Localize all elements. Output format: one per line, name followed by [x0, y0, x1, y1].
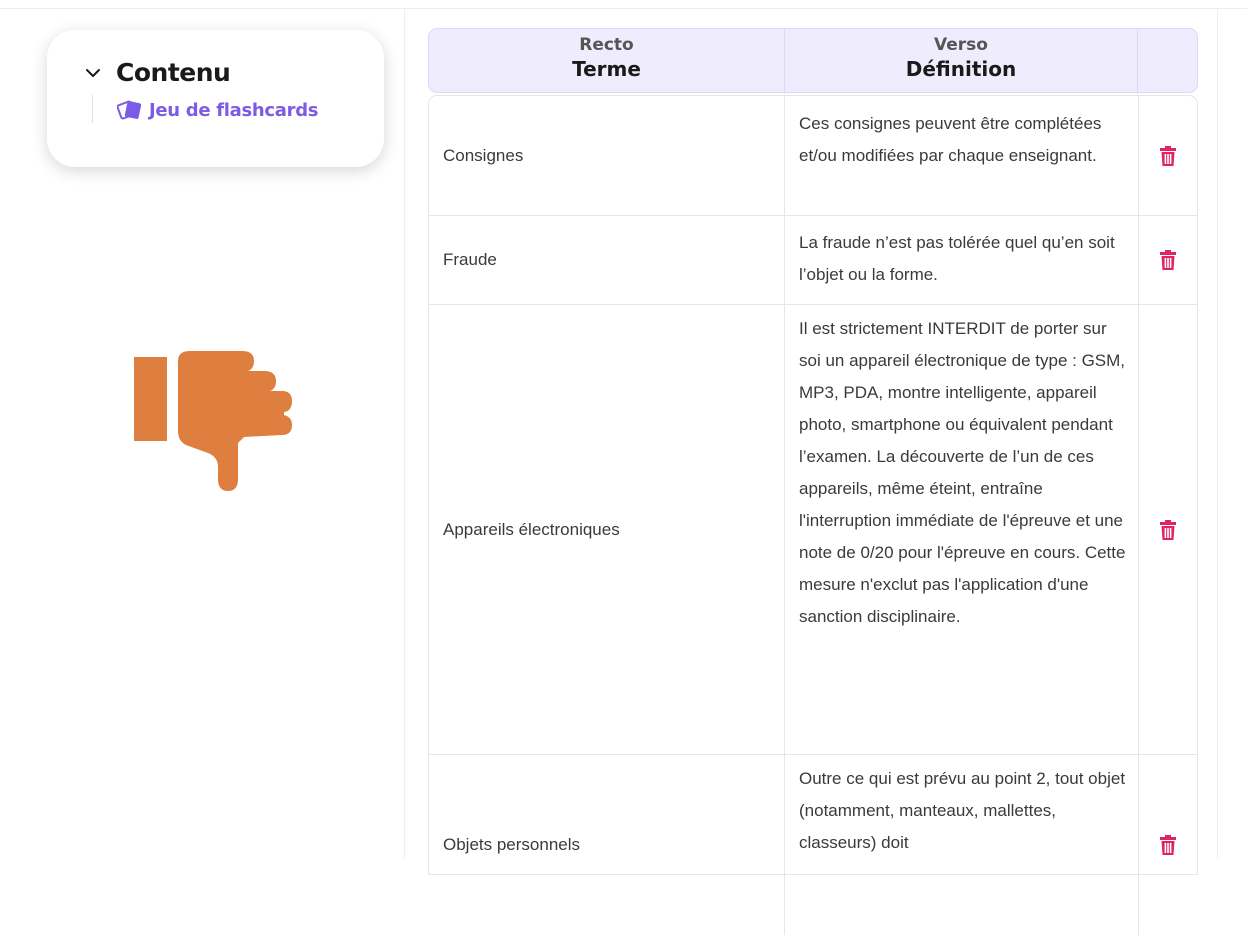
definition-cell[interactable]: Il est strictement INTERDIT de porter su… [784, 305, 1139, 754]
thumbs-down-icon[interactable] [134, 349, 296, 492]
trash-icon [1160, 250, 1176, 270]
header-term-label: Terme [572, 57, 641, 81]
table-row: Objets personnels Outre ce qui est prévu… [429, 755, 1197, 935]
table-header: Recto Terme Verso Définition [428, 28, 1198, 94]
toc-tree-guide [92, 95, 93, 123]
table-row: Fraude La fraude n’est pas tolérée quel … [429, 216, 1197, 305]
delete-row-button[interactable] [1139, 96, 1197, 215]
term-cell[interactable]: Consignes [429, 96, 784, 215]
main-panel-edge-right [1217, 9, 1218, 859]
main-panel-edge-left [404, 9, 405, 859]
trash-icon [1160, 835, 1176, 855]
toc-item-label: Jeu de flashcards [149, 99, 319, 121]
header-recto-label: Recto [579, 35, 634, 55]
trash-icon [1160, 519, 1176, 540]
definition-cell[interactable]: La fraude n’est pas tolérée quel qu’en s… [784, 216, 1139, 304]
flashcards-table: Consignes Ces consignes peuvent être com… [428, 95, 1198, 935]
delete-row-button[interactable] [1139, 755, 1197, 935]
delete-row-button[interactable] [1139, 305, 1197, 754]
header-term-column: Recto Terme [429, 29, 784, 94]
chevron-down-icon[interactable] [84, 64, 102, 82]
delete-row-button[interactable] [1139, 216, 1197, 304]
definition-cell[interactable]: Outre ce qui est prévu au point 2, tout … [784, 755, 1139, 935]
header-definition-column: Verso Définition [784, 29, 1138, 94]
term-cell[interactable]: Objets personnels [429, 755, 784, 935]
term-cell[interactable]: Fraude [429, 216, 784, 304]
right-margin [1218, 9, 1247, 859]
trash-icon [1160, 145, 1176, 166]
header-definition-label: Définition [905, 57, 1017, 81]
definition-cell[interactable]: Ces consignes peuvent être complétées et… [784, 96, 1139, 215]
header-verso-label: Verso [934, 35, 988, 55]
toc-title[interactable]: Contenu [116, 58, 231, 87]
toc-item-flashcards[interactable]: Jeu de flashcards [117, 98, 319, 122]
flashcards-icon [117, 100, 142, 120]
table-row: Appareils électroniques Il est stricteme… [429, 305, 1197, 755]
term-cell[interactable]: Appareils électroniques [429, 305, 784, 754]
table-row: Consignes Ces consignes peuvent être com… [429, 96, 1197, 216]
